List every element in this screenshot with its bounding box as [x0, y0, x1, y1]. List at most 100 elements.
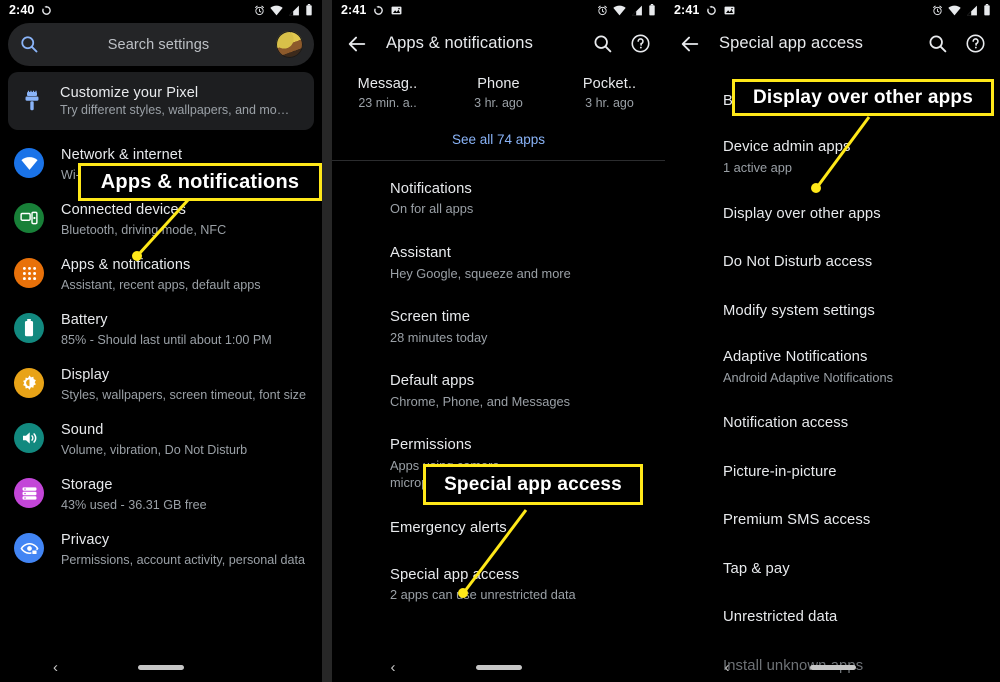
nav-back-button[interactable]: ‹: [53, 660, 58, 675]
list-item-notifications[interactable]: Notifications On for all apps: [332, 167, 665, 231]
customize-your-pixel-card[interactable]: Customize your Pixel Try different style…: [8, 72, 314, 130]
search-icon[interactable]: [927, 33, 948, 54]
list-item-device-admin-apps[interactable]: Device admin apps 1 active app: [665, 125, 1000, 189]
status-bar-left: 2:41: [341, 3, 402, 17]
list-item-special-app-access[interactable]: Special app access 2 apps can use unrest…: [332, 553, 665, 617]
annotation-label: Special app access: [444, 473, 622, 495]
list-item-picture-in-picture[interactable]: Picture-in-picture: [665, 448, 1000, 496]
sync-icon: [706, 5, 717, 16]
help-icon[interactable]: [630, 33, 651, 54]
settings-item-apps-notifications[interactable]: Apps & notifications Assistant, recent a…: [0, 248, 322, 303]
list-item-title: Do Not Disturb access: [723, 254, 873, 271]
see-all-apps-link[interactable]: See all 74 apps: [332, 110, 665, 160]
list-item-do-not-disturb-access[interactable]: Do Not Disturb access: [665, 238, 1000, 286]
recent-app[interactable]: Phone 3 hr. ago: [443, 76, 554, 110]
back-arrow-icon[interactable]: [679, 33, 701, 55]
list-item-subtitle: Hey Google, squeeze and more: [390, 265, 571, 281]
alarm-icon: [254, 5, 265, 16]
settings-item-battery[interactable]: Battery 85% - Should last until about 1:…: [0, 303, 322, 358]
battery-icon: [305, 4, 313, 16]
search-icon[interactable]: [592, 33, 613, 54]
list-item-default-apps[interactable]: Default apps Chrome, Phone, and Messages: [332, 359, 665, 423]
list-item-title: Emergency alerts: [390, 520, 507, 537]
settings-item-title: Privacy: [61, 532, 110, 548]
search-icon: [19, 34, 41, 56]
annotation-display-over-other-apps: Display over other apps: [732, 79, 994, 116]
recent-app-name: Messag..: [357, 76, 418, 92]
settings-item-title: Network & internet: [61, 147, 183, 163]
list-item-subtitle: 28 minutes today: [390, 329, 488, 345]
brush-icon: [20, 89, 44, 113]
settings-item-subtitle: 43% used - 36.31 GB free: [61, 498, 207, 513]
help-icon[interactable]: [965, 33, 986, 54]
home-pill[interactable]: [475, 664, 522, 670]
list-item-title: Modify system settings: [723, 302, 875, 319]
status-bar: 2:41: [332, 0, 665, 20]
list-item-premium-sms-access[interactable]: Premium SMS access: [665, 496, 1000, 544]
settings-item-connected-devices[interactable]: Connected devices Bluetooth, driving mod…: [0, 193, 322, 248]
status-bar-clock: 2:41: [341, 3, 367, 17]
special-app-access-list: Battery optimization Device admin apps 1…: [665, 67, 1000, 682]
list-item-display-over-other-apps[interactable]: Display over other apps: [665, 190, 1000, 238]
settings-item-sound[interactable]: Sound Volume, vibration, Do Not Disturb: [0, 413, 322, 468]
list-item-assistant[interactable]: Assistant Hey Google, squeeze and more: [332, 231, 665, 295]
navigation-bar: ‹: [332, 652, 665, 682]
wifi-icon: [948, 5, 961, 16]
list-item-title: Notification access: [723, 415, 849, 432]
list-item-notification-access[interactable]: Notification access: [665, 399, 1000, 447]
settings-item-subtitle: 85% - Should last until about 1:00 PM: [61, 333, 272, 348]
page-title: Apps & notifications: [386, 34, 533, 52]
list-item-unrestricted-data[interactable]: Unrestricted data: [665, 593, 1000, 641]
list-item-modify-system-settings[interactable]: Modify system settings: [665, 287, 1000, 335]
list-item-tap-and-pay[interactable]: Tap & pay: [665, 545, 1000, 593]
signal-icon: [966, 5, 978, 16]
battery-icon: [983, 4, 991, 16]
settings-item-display[interactable]: Display Styles, wallpapers, screen timeo…: [0, 358, 322, 413]
status-bar-right: [932, 4, 991, 16]
recent-app-name: Pocket..: [582, 76, 637, 92]
status-bar-left: 2:40: [9, 3, 52, 17]
list-item-title: Adaptive Notifications: [723, 349, 868, 366]
back-arrow-icon[interactable]: [346, 33, 368, 55]
status-bar: 2:41: [665, 0, 1000, 20]
avatar[interactable]: [276, 31, 303, 58]
screenshot-stage: 2:40 Search settings Customize your Pixe…: [0, 0, 1000, 682]
home-pill[interactable]: [138, 664, 184, 670]
settings-item-subtitle: Styles, wallpapers, screen timeout, font…: [61, 388, 306, 403]
settings-item-title: Connected devices: [61, 202, 187, 218]
recent-app[interactable]: Messag.. 23 min. a..: [332, 76, 443, 110]
list-item-title: Premium SMS access: [723, 512, 871, 529]
search-input[interactable]: Search settings: [41, 37, 276, 53]
navigation-bar: ‹: [665, 652, 1000, 682]
settings-item-storage[interactable]: Storage 43% used - 36.31 GB free: [0, 468, 322, 523]
list-item-title: Assistant: [390, 245, 451, 262]
settings-item-privacy[interactable]: Privacy Permissions, account activity, p…: [0, 523, 322, 578]
status-bar-clock: 2:40: [9, 3, 35, 17]
status-bar-left: 2:41: [674, 3, 735, 17]
recent-app[interactable]: Pocket.. 3 hr. ago: [554, 76, 665, 110]
sync-icon: [373, 5, 384, 16]
screenshot-icon: [391, 5, 402, 16]
nav-back-button[interactable]: ‹: [391, 660, 396, 675]
list-item-title: Default apps: [390, 373, 475, 390]
apps-settings-list: Notifications On for all apps Assistant …: [332, 161, 665, 617]
list-item-title: Picture-in-picture: [723, 463, 837, 480]
settings-item-title: Apps & notifications: [61, 257, 191, 273]
home-pill[interactable]: [809, 664, 856, 670]
settings-item-subtitle: Assistant, recent apps, default apps: [61, 278, 261, 293]
signal-icon: [288, 5, 300, 16]
list-item-adaptive-notifications[interactable]: Adaptive Notifications Android Adaptive …: [665, 335, 1000, 399]
app-bar: Special app access: [665, 20, 1000, 67]
list-item-subtitle: Chrome, Phone, and Messages: [390, 393, 570, 409]
alarm-icon: [597, 5, 608, 16]
signal-icon: [631, 5, 643, 16]
annotation-label: Apps & notifications: [100, 170, 300, 193]
list-item-title: Permissions: [390, 437, 472, 454]
app-bar: Apps & notifications: [332, 20, 665, 67]
status-bar-clock: 2:41: [674, 3, 700, 17]
list-item-emergency-alerts[interactable]: Emergency alerts: [332, 504, 665, 552]
nav-back-button[interactable]: ‹: [725, 660, 730, 675]
devices-icon: [14, 203, 44, 233]
list-item-screen-time[interactable]: Screen time 28 minutes today: [332, 295, 665, 359]
search-bar[interactable]: Search settings: [8, 23, 314, 66]
